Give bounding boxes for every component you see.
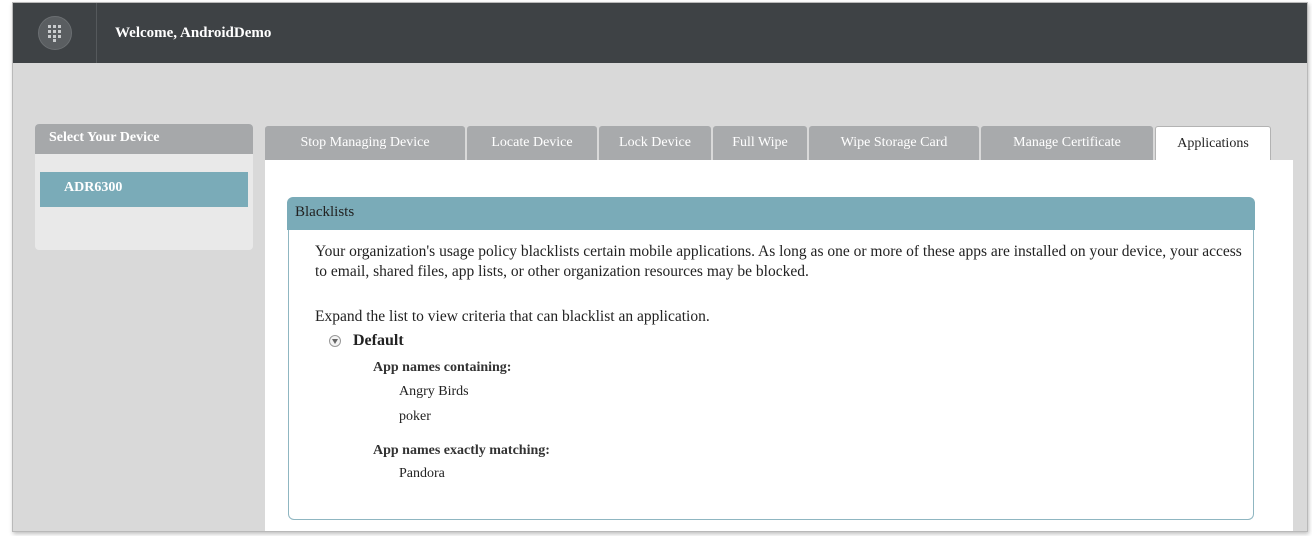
grid-logo-icon[interactable] <box>37 16 72 50</box>
blacklists-body: Your organization's usage policy blackli… <box>288 230 1254 520</box>
expand-instructions: Expand the list to view criteria that ca… <box>315 308 710 325</box>
logo-container <box>13 3 97 63</box>
sidebar-title: Select Your Device <box>35 124 253 154</box>
tab-full-wipe[interactable]: Full Wipe <box>713 126 807 160</box>
matching-heading: App names exactly matching: <box>373 443 550 458</box>
list-item: Pandora <box>399 466 445 481</box>
list-item: poker <box>399 409 431 424</box>
tab-applications[interactable]: Applications <box>1155 126 1271 161</box>
top-bar: Welcome, AndroidDemo <box>13 3 1307 63</box>
list-item: Angry Birds <box>399 384 469 399</box>
collapse-toggle-icon[interactable] <box>329 335 341 347</box>
app-window: Welcome, AndroidDemo Select Your Device … <box>12 2 1308 532</box>
blacklists-header: Blacklists <box>287 197 1255 230</box>
tab-stop-managing-device[interactable]: Stop Managing Device <box>265 126 465 160</box>
tab-wipe-storage-card[interactable]: Wipe Storage Card <box>809 126 979 160</box>
device-sidebar: Select Your Device ADR6300 <box>35 124 253 250</box>
policy-text: Your organization's usage policy blackli… <box>315 243 1242 280</box>
default-group-label: Default <box>353 332 404 349</box>
welcome-text: Welcome, AndroidDemo <box>115 24 272 41</box>
action-tabs: Stop Managing Device Locate Device Lock … <box>265 126 1273 161</box>
tab-locate-device[interactable]: Locate Device <box>467 126 597 160</box>
device-item-adr6300[interactable]: ADR6300 <box>40 172 248 207</box>
default-group-row[interactable]: Default <box>329 332 404 350</box>
containing-heading: App names containing: <box>373 360 512 375</box>
tab-lock-device[interactable]: Lock Device <box>599 126 711 160</box>
tab-manage-certificate[interactable]: Manage Certificate <box>981 126 1153 160</box>
applications-panel: Blacklists Your organization's usage pol… <box>265 160 1293 531</box>
